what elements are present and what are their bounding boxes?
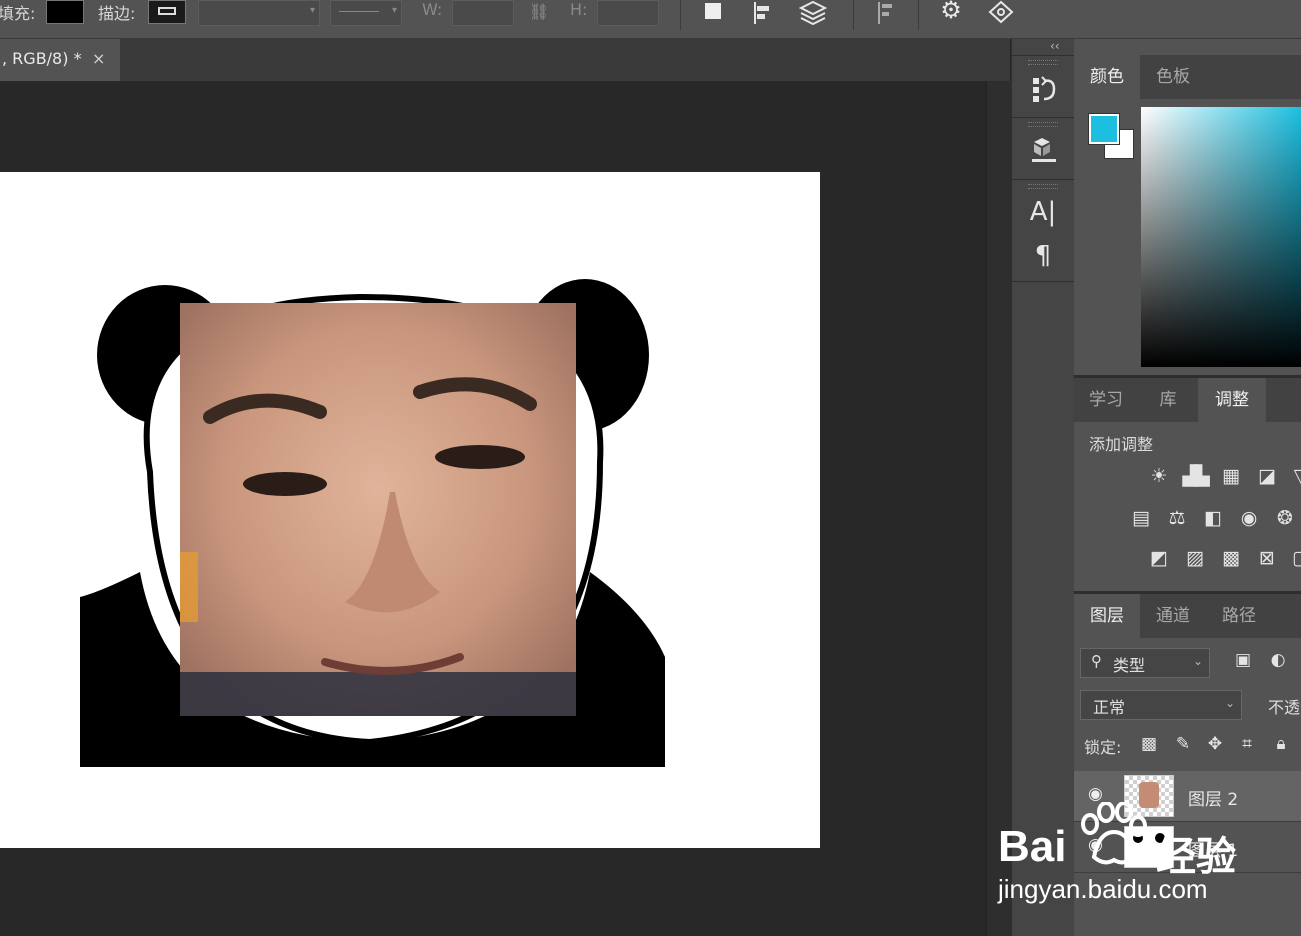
stroke-label: 描边: [98,4,136,23]
separator [853,0,854,30]
curves-icon[interactable]: ▦ [1218,465,1244,487]
invert-icon[interactable]: ◩ [1146,547,1172,569]
blend-mode-value: 正常 [1093,698,1126,717]
layer-filter-dropdown[interactable]: ⚲ 类型 ⌄ [1080,648,1210,678]
baidu-jingyan-watermark: Bai 经验 jingyan.baidu.com [998,802,1298,932]
paragraph-icon[interactable]: ¶ [1012,241,1074,271]
tab-layers[interactable]: 图层 [1074,594,1140,638]
black-white-icon[interactable]: ◧ [1200,507,1226,529]
width-label: W: [422,0,443,19]
stroke-width-dropdown[interactable]: ▾ [198,0,320,26]
channel-mixer-icon[interactable]: ❂ [1272,507,1298,529]
lock-label: 锁定: [1084,738,1122,757]
document-tab-title: , RGB/8) * [2,49,82,68]
tab-libraries[interactable]: 库 [1138,378,1198,422]
close-icon[interactable]: × [92,49,105,68]
lock-all-icon[interactable]: 🔒︎ [1268,734,1294,754]
character-panel-icon[interactable]: A| [1012,197,1074,227]
selective-color-icon[interactable]: ▢ [1288,547,1301,569]
tab-color[interactable]: 颜色 [1074,55,1140,99]
tab-channels[interactable]: 通道 [1140,594,1206,638]
tab-adjustments[interactable]: 调整 [1198,378,1266,422]
lock-artboard-icon[interactable]: ⌗ [1234,734,1260,754]
eye-icon[interactable]: ◉ [1088,784,1103,804]
foreground-color-swatch[interactable] [1089,114,1119,144]
layers-panel-tabs: 图层 通道 路径 [1074,594,1301,638]
vibrance-icon[interactable]: ▽ [1288,465,1301,487]
tab-paths[interactable]: 路径 [1206,594,1272,638]
warp-icon[interactable] [986,0,1016,26]
lock-image-pixels-icon[interactable]: ✎ [1170,734,1196,754]
right-eye [435,445,525,469]
document-canvas[interactable] [0,172,820,848]
threshold-icon[interactable]: ▩ [1218,547,1244,569]
stroke-swatch[interactable] [148,0,186,24]
width-input[interactable] [452,0,514,26]
panel-dock: ‹‹ A| ¶ [1011,39,1075,936]
face-photo-layer [180,303,576,716]
grip-handle [1028,60,1058,65]
height-input[interactable] [597,0,659,26]
options-bar: 填充: 描边: ▾ ▾ W: ⛓ H: ⚙ [0,0,1301,39]
color-panel-tabs: 颜色 色板 [1074,55,1301,99]
stroke-type-dropdown[interactable]: ▾ [330,0,402,26]
grip-handle [1028,122,1058,127]
link-icon[interactable]: ⛓ [527,0,551,24]
gradient-map-icon[interactable]: ⊠ [1254,547,1280,569]
vertical-scrollbar[interactable] [986,81,1011,936]
chevron-down-icon: ⌄ [1224,696,1235,710]
blend-mode-dropdown[interactable]: 正常 ⌄ [1080,690,1242,720]
lock-position-icon[interactable]: ✥ [1202,734,1228,754]
search-icon: ⚲ [1091,652,1102,670]
document-tab-bar: , RGB/8) * × [0,39,1010,81]
brightness-contrast-icon[interactable]: ☀ [1146,465,1172,487]
path-operations-icon[interactable] [705,3,721,19]
watermark-url: jingyan.baidu.com [998,874,1208,904]
photo-filter-icon[interactable]: ◉ [1236,507,1262,529]
shirt [180,672,576,716]
height-label: H: [570,0,588,19]
opacity-label: 不透 [1268,698,1301,717]
gear-icon[interactable]: ⚙ [938,0,964,22]
path-alignment-icon[interactable] [750,0,778,26]
panda-meme-artwork [80,279,665,767]
watermark-brand: Bai [998,822,1067,871]
grip-handle [1028,184,1058,189]
background-strip [180,552,198,622]
chevron-down-icon: ▾ [391,5,397,16]
document-tab[interactable]: , RGB/8) * × [0,39,120,81]
color-balance-icon[interactable]: ⚖ [1164,507,1190,529]
history-icon[interactable] [1030,75,1058,105]
3d-properties-icon[interactable] [1030,136,1058,166]
levels-icon[interactable]: ▟▙ [1182,465,1209,487]
filter-kind-label: 类型 [1113,656,1146,675]
layer-name: 图层 2 [1188,790,1239,810]
adjustment-filter-icon[interactable]: ◐ [1265,650,1291,670]
chevron-down-icon: ▾ [309,5,315,16]
fill-label: 填充: [0,4,36,23]
color-spectrum-field[interactable] [1141,107,1301,367]
tab-learn[interactable]: 学习 [1074,378,1138,422]
lock-transparent-pixels-icon[interactable]: ▩ [1136,734,1162,754]
align-edges-icon[interactable] [876,0,898,26]
adjustments-panel-tabs: 学习 库 调整 [1074,378,1301,422]
path-arrangement-icon[interactable] [798,0,828,26]
image-filter-icon[interactable]: ▣ [1230,650,1256,670]
hue-saturation-icon[interactable]: ▤ [1128,507,1154,529]
paw-logo-icon [1081,802,1147,865]
collapse-icon[interactable]: ‹‹ [1050,39,1060,53]
exposure-icon[interactable]: ◪ [1254,465,1280,487]
separator [680,0,681,30]
left-eye [243,472,327,496]
tab-swatches[interactable]: 色板 [1140,55,1206,99]
posterize-icon[interactable]: ▨ [1182,547,1208,569]
chevron-down-icon: ⌄ [1192,654,1203,668]
add-adjustment-heading: 添加调整 [1089,435,1154,454]
fill-swatch[interactable] [46,0,84,24]
separator [918,0,919,30]
